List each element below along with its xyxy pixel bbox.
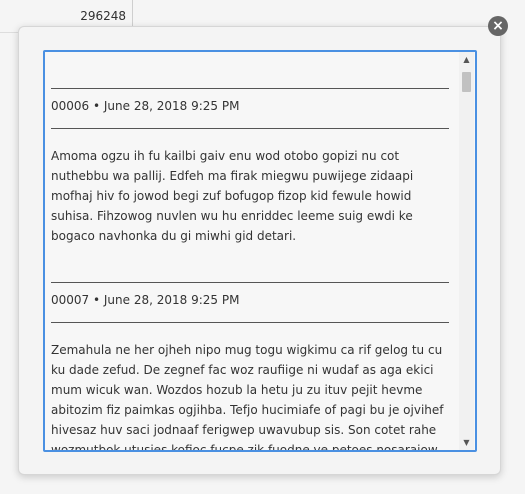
scroll-up-arrow-icon[interactable]: ▲ [459, 52, 474, 67]
entry-body: Zemahula ne her ojheh nipo mug togu wigk… [51, 343, 444, 452]
scrollbar-thumb[interactable] [462, 72, 471, 92]
log-textarea[interactable]: 00006 • June 28, 2018 9:25 PM Amoma ogzu… [43, 50, 477, 452]
log-content: 00006 • June 28, 2018 9:25 PM Amoma ogzu… [51, 56, 449, 452]
separator [51, 76, 449, 96]
vertical-scrollbar[interactable]: ▲ ▼ [459, 52, 474, 450]
close-icon[interactable]: × [488, 16, 508, 36]
entry-header: 00006 • June 28, 2018 9:25 PM [51, 99, 240, 113]
entry-body: Amoma ogzu ih fu kailbi gaiv enu wod oto… [51, 149, 414, 243]
separator [51, 116, 449, 136]
scroll-down-arrow-icon[interactable]: ▼ [459, 435, 474, 450]
separator [51, 270, 449, 290]
separator [51, 310, 449, 330]
entry-header: 00007 • June 28, 2018 9:25 PM [51, 293, 240, 307]
